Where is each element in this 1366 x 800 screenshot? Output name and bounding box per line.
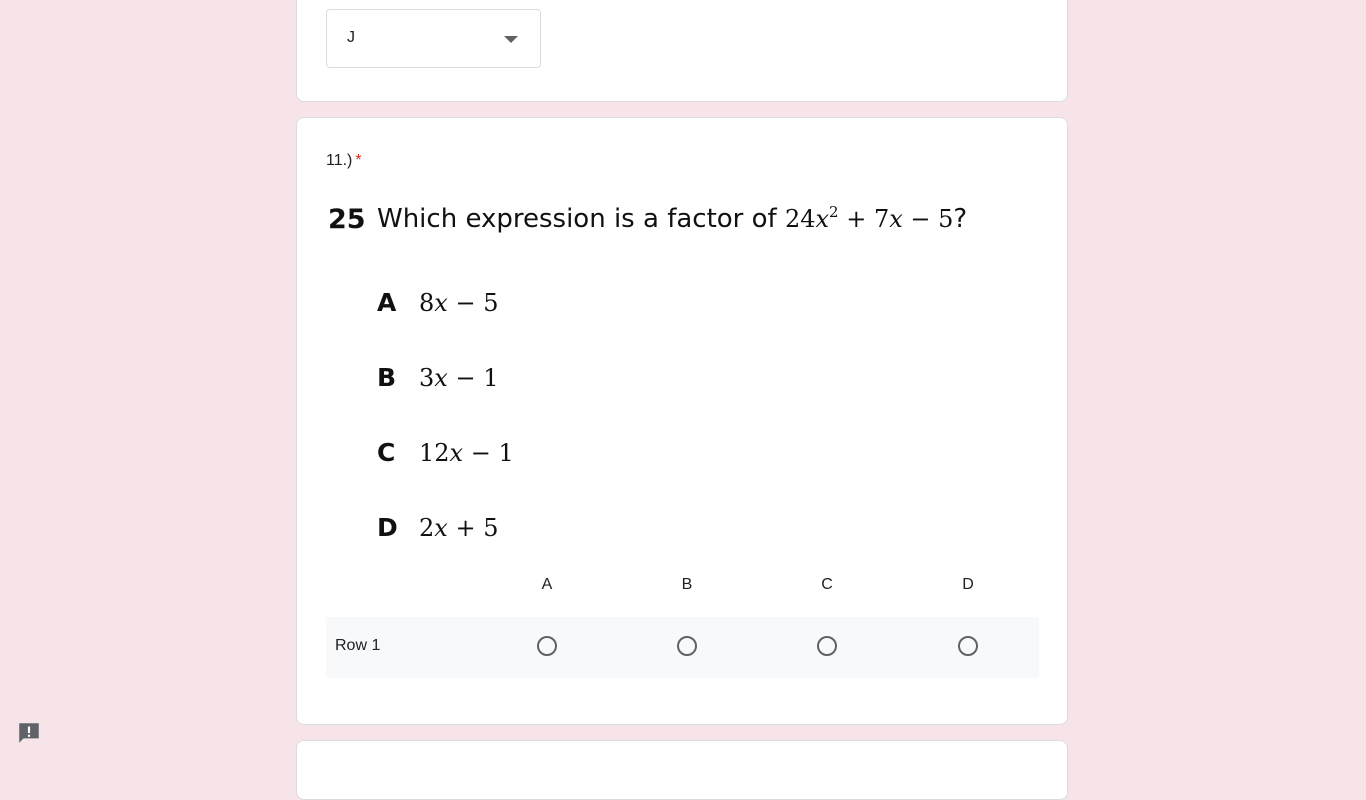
choice-letter: D bbox=[377, 513, 398, 542]
grid-row: Row 1 bbox=[326, 617, 1039, 678]
problem-text-suffix: ? bbox=[953, 204, 968, 234]
problem-number: 25 bbox=[328, 204, 366, 235]
choice-d: D 2x + 5 bbox=[377, 513, 498, 545]
grid-column-header-d: D bbox=[962, 576, 974, 593]
problem-statement: Which expression is a factor of 24x2 + 7… bbox=[377, 204, 967, 234]
choice-expression: 8x − 5 bbox=[419, 289, 499, 317]
radio-row1-a[interactable] bbox=[537, 636, 557, 656]
previous-question-card: J bbox=[296, 0, 1068, 102]
grid-column-header-c: C bbox=[821, 576, 833, 593]
answer-dropdown[interactable]: J bbox=[326, 9, 541, 68]
radio-row1-b[interactable] bbox=[677, 636, 697, 656]
problem-expression: 24x2 + 7x − 5 bbox=[784, 203, 954, 234]
choice-letter: C bbox=[377, 438, 396, 467]
grid-column-header-a: A bbox=[541, 576, 553, 593]
grid-row-label: Row 1 bbox=[335, 637, 381, 654]
next-question-card bbox=[296, 740, 1068, 800]
question-number: 11.) bbox=[326, 152, 353, 169]
choice-b: B 3x − 1 bbox=[377, 363, 498, 395]
feedback-icon bbox=[19, 723, 39, 743]
dropdown-arrow-icon bbox=[504, 36, 518, 43]
question-title: 11.) * bbox=[326, 152, 362, 170]
required-asterisk: * bbox=[355, 152, 362, 169]
choice-c: C 12x − 1 bbox=[377, 438, 514, 470]
choice-letter: B bbox=[377, 363, 397, 392]
choice-expression: 12x − 1 bbox=[419, 439, 514, 467]
choice-expression: 2x + 5 bbox=[419, 514, 499, 542]
dropdown-selected-value: J bbox=[347, 29, 355, 46]
feedback-button[interactable] bbox=[16, 720, 42, 746]
problem-text-prefix: Which expression is a factor of bbox=[377, 204, 785, 234]
choice-expression: 3x − 1 bbox=[419, 364, 499, 392]
choice-a: A 8x − 5 bbox=[377, 288, 498, 320]
grid-column-header-b: B bbox=[681, 576, 693, 593]
radio-row1-c[interactable] bbox=[817, 636, 837, 656]
radio-row1-d[interactable] bbox=[958, 636, 978, 656]
choice-letter: A bbox=[377, 288, 397, 317]
question-card: 11.) * 25 Which expression is a factor of… bbox=[296, 117, 1068, 725]
